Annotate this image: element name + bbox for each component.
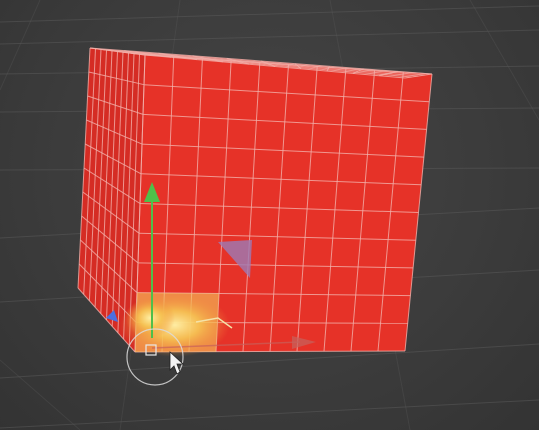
viewport-scene[interactable] [0, 0, 539, 430]
floor-grid-line [0, 399, 539, 429]
floor-grid-line [0, 359, 81, 430]
floor-grid-line [0, 5, 539, 23]
floor-grid-line [0, 0, 41, 91]
floor-grid-line [469, 0, 539, 121]
floor-grid-line [0, 29, 539, 45]
3d-viewport[interactable] [0, 0, 539, 430]
